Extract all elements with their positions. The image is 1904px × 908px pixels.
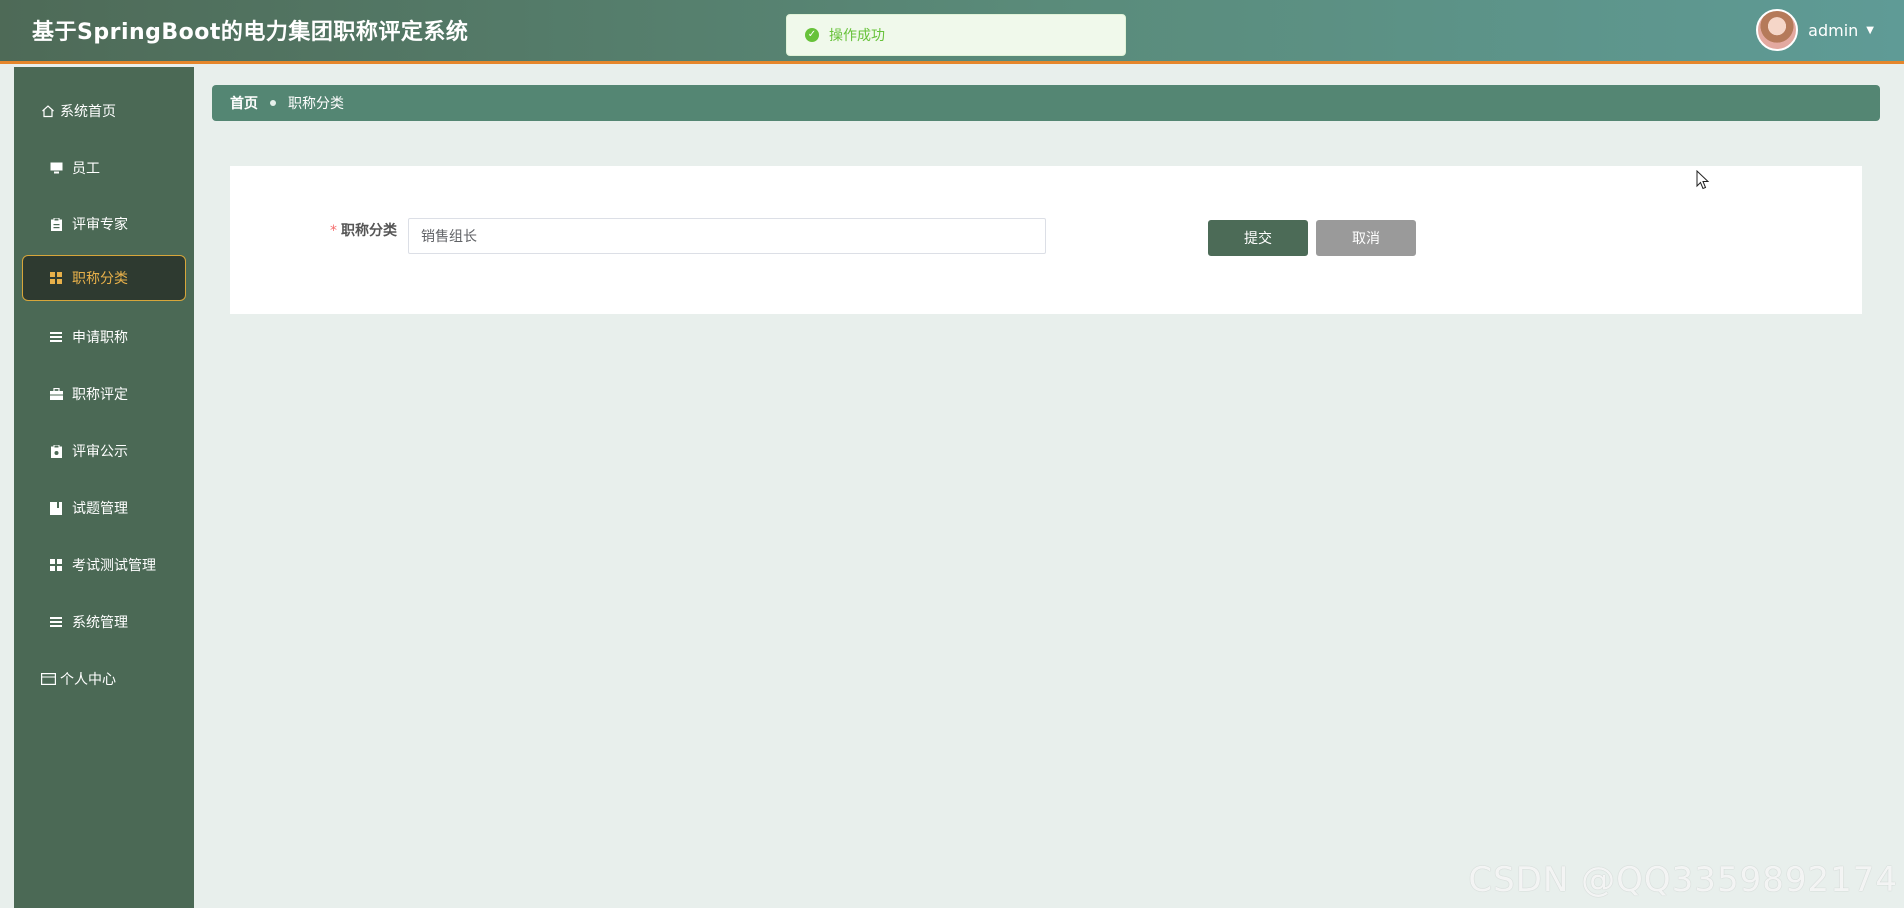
sidebar-item-label: 申请职称: [72, 330, 128, 346]
user-menu[interactable]: admin ▼: [1756, 8, 1874, 52]
list-icon: [48, 329, 64, 345]
success-check-icon: ✓: [805, 28, 819, 42]
grid-icon: [48, 557, 64, 573]
sidebar-item-employee[interactable]: 员工: [14, 145, 194, 191]
breadcrumb-current: 职称分类: [288, 96, 344, 112]
clipboard-icon: [48, 216, 64, 232]
success-toast: ✓ 操作成功: [786, 14, 1126, 56]
caret-down-icon[interactable]: ▼: [1866, 25, 1874, 36]
sidebar-item-system-management[interactable]: 系统管理: [14, 599, 194, 645]
breadcrumb-separator-dot: [270, 100, 276, 106]
sidebar-item-personal-center[interactable]: 个人中心: [14, 656, 194, 702]
app-title: 基于SpringBoot的电力集团职称评定系统: [32, 20, 469, 45]
submit-button[interactable]: 提交: [1208, 220, 1308, 256]
sidebar: 系统首页 员工 评审专家 职称分类 申请职称 职称评定 评审公示 试题管理 考试…: [14, 67, 194, 908]
book-icon: [48, 500, 64, 516]
form-card: *职称分类 提交 取消: [230, 166, 1862, 314]
sidebar-item-expert[interactable]: 评审专家: [14, 201, 194, 247]
sidebar-item-label: 系统管理: [72, 615, 128, 631]
sidebar-item-label: 个人中心: [60, 672, 116, 688]
toast-message: 操作成功: [829, 28, 885, 44]
sidebar-item-title-evaluation[interactable]: 职称评定: [14, 371, 194, 417]
sidebar-item-label: 试题管理: [72, 501, 128, 517]
card-icon: [40, 671, 56, 687]
top-bar: 基于SpringBoot的电力集团职称评定系统 ✓ 操作成功 admin ▼: [0, 0, 1904, 64]
required-asterisk: *: [330, 223, 337, 239]
breadcrumb: 首页 职称分类: [212, 85, 1880, 121]
briefcase-icon: [48, 386, 64, 402]
sidebar-item-label: 考试测试管理: [72, 558, 156, 574]
sidebar-item-home[interactable]: 系统首页: [14, 88, 194, 134]
list-icon: [48, 614, 64, 630]
avatar[interactable]: [1756, 9, 1799, 51]
mouse-cursor-icon: [1696, 169, 1710, 194]
sidebar-item-label: 评审专家: [72, 217, 128, 233]
sidebar-item-label: 系统首页: [60, 104, 116, 120]
watermark: CSDN @QQ3359892174: [1468, 860, 1898, 900]
sidebar-item-exam-management[interactable]: 考试测试管理: [14, 542, 194, 588]
sidebar-item-title-category[interactable]: 职称分类: [22, 255, 186, 301]
monitor-icon: [48, 160, 64, 176]
username[interactable]: admin: [1808, 21, 1858, 40]
sidebar-item-label: 职称评定: [72, 387, 128, 403]
home-icon: [40, 103, 56, 119]
field-label-text: 职称分类: [341, 223, 397, 239]
sidebar-item-label: 评审公示: [72, 444, 128, 460]
grid-icon: [48, 270, 64, 286]
sidebar-item-label: 职称分类: [72, 271, 128, 287]
sidebar-item-question-management[interactable]: 试题管理: [14, 485, 194, 531]
sidebar-item-label: 员工: [72, 161, 100, 177]
title-category-input[interactable]: [408, 218, 1046, 254]
cancel-button[interactable]: 取消: [1316, 220, 1416, 256]
clipboard-icon: [48, 443, 64, 459]
sidebar-item-review-notice[interactable]: 评审公示: [14, 428, 194, 474]
sidebar-item-apply-title[interactable]: 申请职称: [14, 314, 194, 360]
breadcrumb-home[interactable]: 首页: [230, 93, 258, 113]
title-category-label: * 职称分类: [330, 220, 397, 240]
